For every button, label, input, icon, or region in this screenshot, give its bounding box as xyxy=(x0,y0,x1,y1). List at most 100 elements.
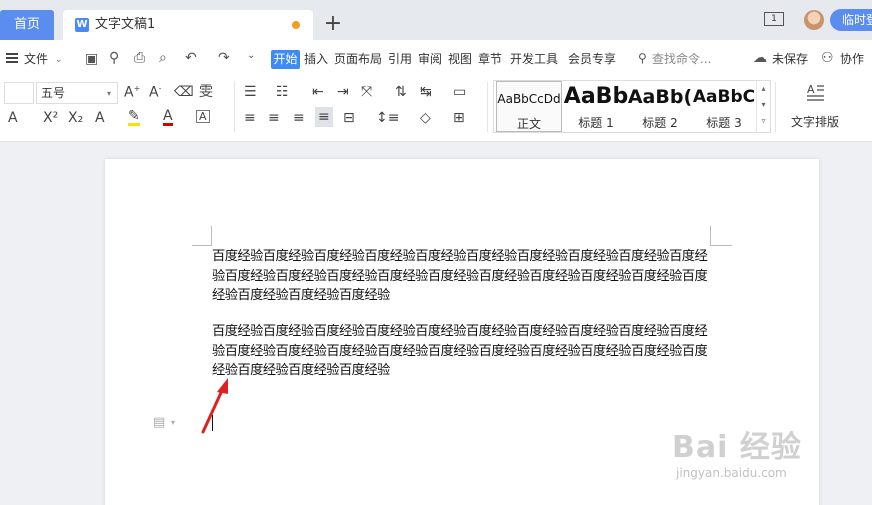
font-size-value: 五号 xyxy=(41,86,66,100)
style-heading-2[interactable]: AaBb( 标题 2 xyxy=(627,81,693,132)
subscript-icon[interactable]: X₂ xyxy=(68,111,83,125)
paragraph[interactable]: 百度经验百度经验百度经验百度经验百度经验百度经验百度经验百度经验百度经验百度经验… xyxy=(212,322,712,381)
unsaved-dot-indicator xyxy=(292,21,300,29)
watermark-url: jingyan.baidu.com xyxy=(676,466,787,480)
baidu-watermark: Bai 经验 jingyan.baidu.com xyxy=(668,408,868,498)
watermark-logo: Bai 经验 xyxy=(672,430,802,465)
style-name: 正文 xyxy=(516,117,541,131)
ribbon-divider xyxy=(775,82,776,132)
shrink-font-icon[interactable]: A- xyxy=(149,85,161,100)
text-direction-icon[interactable]: ↹ xyxy=(420,85,432,99)
font-name-select[interactable] xyxy=(4,82,34,104)
undo-icon[interactable]: ↶ xyxy=(185,51,197,65)
increase-indent-icon[interactable]: ⇥ xyxy=(337,85,349,99)
chevron-down-icon[interactable]: ▾ xyxy=(171,418,175,427)
style-sample: AaBbC xyxy=(692,87,756,107)
text-layout-button[interactable]: A 文字排版 xyxy=(783,80,847,133)
tab-view[interactable]: 视图 xyxy=(448,40,472,78)
menu-bar: 文件 ⌄ ▣ ⚲ ⎙ ⌕ ↶ ↷ ⌄ 开始 插入 页面布局 引用 审阅 视图 章… xyxy=(0,40,872,76)
superscript-icon[interactable]: X² xyxy=(43,111,58,125)
shading-icon[interactable]: ◇ xyxy=(420,111,431,125)
style-heading-1[interactable]: AaBb 标题 1 xyxy=(563,81,629,132)
styles-gallery: AaBbCcDd 正文 AaBb 标题 1 AaBb( 标题 2 AaBbC 标… xyxy=(493,80,771,133)
tab-developer[interactable]: 开发工具 xyxy=(510,40,558,78)
sort-icon[interactable]: ⇅ xyxy=(395,85,407,99)
numbered-list-icon[interactable]: ☷ xyxy=(276,85,289,99)
align-center-icon[interactable]: ≡ xyxy=(268,111,280,125)
margin-corner-mark xyxy=(211,226,212,246)
temp-login-button[interactable]: 临时登 xyxy=(830,9,872,31)
tab-home[interactable]: 开始 xyxy=(271,50,300,69)
menu-file[interactable]: 文件 xyxy=(24,40,48,78)
show-marks-icon[interactable]: ▭ xyxy=(453,85,466,99)
style-sample: AaBb( xyxy=(627,86,693,108)
justify-icon[interactable]: ≡ xyxy=(315,107,333,127)
more-chevron-icon[interactable]: ⌄ xyxy=(247,51,255,61)
line-spacing-icon[interactable]: ↕≡ xyxy=(376,111,399,125)
clear-format-icon[interactable]: ⌫ xyxy=(174,85,194,99)
tab-insert[interactable]: 插入 xyxy=(304,40,328,78)
tab-chapter[interactable]: 章节 xyxy=(478,40,502,78)
collaborate-button[interactable]: 协作 xyxy=(840,40,864,78)
tab-review[interactable]: 审阅 xyxy=(418,40,442,78)
user-avatar[interactable] xyxy=(804,10,824,30)
style-sample: AaBbCcDd xyxy=(497,92,561,106)
styles-scroll[interactable]: ▴ ▾ ▿ xyxy=(756,81,770,132)
home-tab[interactable]: 首页 xyxy=(0,10,54,40)
ribbon-toolbar: 五号 ▾ A+ A- ⌫ 雯 A X² X₂ A ✎ A A ☰ ☷ ⇤ ⇥ ⤧… xyxy=(0,76,872,142)
align-right-icon[interactable]: ≡ xyxy=(293,111,305,125)
decrease-indent-icon[interactable]: ⇤ xyxy=(312,85,324,99)
command-search-input[interactable]: 查找命令... xyxy=(652,40,711,78)
ribbon-divider xyxy=(234,82,235,132)
pinyin-guide-icon[interactable]: 雯 xyxy=(199,85,213,99)
distributed-align-icon[interactable]: ⊟ xyxy=(343,111,355,125)
chevron-down-icon: ▾ xyxy=(107,89,112,98)
font-size-select[interactable]: 五号 ▾ xyxy=(36,82,118,104)
style-heading-3[interactable]: AaBbC 标题 3 xyxy=(691,81,757,132)
tab-references[interactable]: 引用 xyxy=(388,40,412,78)
document-tab[interactable]: W 文字文稿1 xyxy=(63,10,313,40)
grow-font-icon[interactable]: A+ xyxy=(124,85,140,100)
new-tab-button[interactable]: + xyxy=(320,12,346,38)
cloud-icon[interactable]: ☁ xyxy=(753,51,767,65)
search-icon[interactable]: ⚲ xyxy=(638,52,647,64)
format-painter-icon[interactable]: ⚲ xyxy=(109,51,119,65)
style-name: 标题 3 xyxy=(706,116,742,130)
style-name: 标题 2 xyxy=(642,116,678,130)
annotation-arrow-icon xyxy=(201,378,228,434)
print-preview-icon[interactable]: ⌕ xyxy=(159,51,167,65)
save-icon[interactable]: ▣ xyxy=(85,52,98,66)
style-name: 标题 1 xyxy=(578,116,614,130)
hamburger-menu-icon[interactable] xyxy=(6,53,18,63)
font-color-icon[interactable]: A xyxy=(163,109,173,126)
margin-corner-mark xyxy=(710,226,711,246)
document-tab-title: 文字文稿1 xyxy=(95,17,156,32)
unsaved-status[interactable]: 未保存 xyxy=(772,40,808,78)
bullet-list-icon[interactable]: ☰ xyxy=(244,85,257,99)
margin-corner-mark xyxy=(710,245,732,246)
window-count-badge[interactable]: 1 xyxy=(764,12,784,26)
text-layout-label: 文字排版 xyxy=(790,115,839,129)
align-left-icon[interactable]: ≡ xyxy=(244,111,256,125)
char-border-icon[interactable]: A xyxy=(196,110,210,123)
tab-member[interactable]: 会员专享 xyxy=(568,40,616,78)
print-icon[interactable]: ⎙ xyxy=(134,51,145,65)
paragraph[interactable]: 百度经验百度经验百度经验百度经验百度经验百度经验百度经验百度经验百度经验百度经验… xyxy=(212,247,712,306)
highlight-icon[interactable]: ✎ xyxy=(128,109,140,126)
chinese-layout-icon[interactable]: ⤧ xyxy=(361,85,372,99)
writer-doc-icon: W xyxy=(75,18,89,32)
redo-icon[interactable]: ↷ xyxy=(218,51,230,65)
collaborate-icon[interactable]: ⚇ xyxy=(821,51,834,65)
text-layout-icon: A xyxy=(807,83,824,101)
margin-corner-mark xyxy=(192,245,212,246)
paragraph-layout-icon[interactable]: ▤ xyxy=(153,415,167,431)
tab-page-layout[interactable]: 页面布局 xyxy=(334,40,382,78)
title-tab-bar: 首页 W 文字文稿1 + 1 临时登 xyxy=(0,0,872,40)
style-normal[interactable]: AaBbCcDd 正文 xyxy=(496,81,562,132)
font-effects-icon[interactable]: A xyxy=(8,111,18,125)
svg-text:A: A xyxy=(807,83,815,96)
style-sample: AaBb xyxy=(563,84,629,109)
text-effect-icon[interactable]: A xyxy=(95,111,105,125)
file-chevron-down-icon[interactable]: ⌄ xyxy=(55,41,63,79)
borders-icon[interactable]: ⊞ xyxy=(453,111,465,125)
